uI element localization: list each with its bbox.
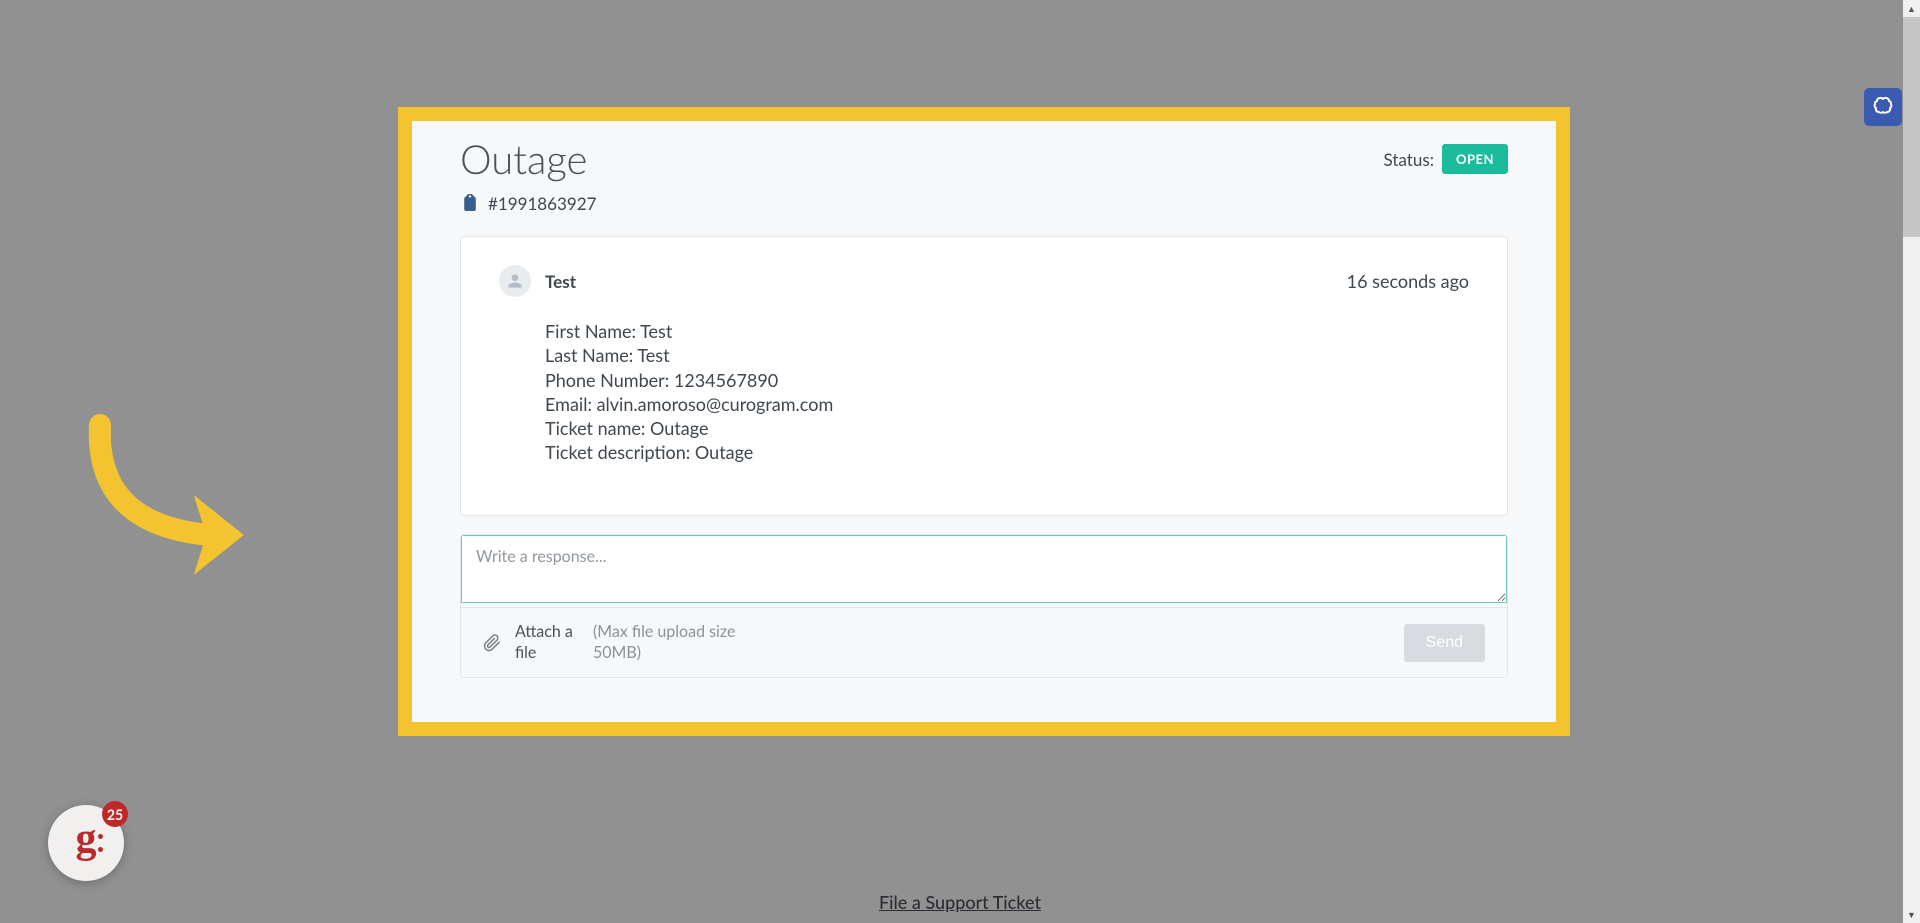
brain-icon (1871, 95, 1895, 119)
avatar (499, 265, 531, 297)
message-timestamp: 16 seconds ago (1347, 270, 1469, 292)
field-ticket-description: Ticket description: Outage (545, 440, 1469, 464)
ticket-header: Outage Status: OPEN #1991863927 (412, 121, 1556, 236)
ticket-id: #1991863927 (488, 193, 596, 214)
attach-file-hint: (Max file upload size 50MB) (593, 622, 743, 664)
field-last-name: Last Name: Test (545, 343, 1469, 367)
widget-badge: 25 (102, 801, 128, 827)
field-email: Email: alvin.amoroso@curogram.com (545, 392, 1469, 416)
arrow-annotation-icon (80, 405, 360, 605)
right-side-tab[interactable] (1864, 88, 1902, 126)
status-badge: OPEN (1442, 144, 1508, 174)
scrollbar[interactable]: ▲ ▼ (1903, 0, 1920, 923)
floating-widget[interactable]: g 25 (48, 805, 124, 881)
scrollbar-thumb[interactable] (1903, 17, 1920, 237)
author-area: Test (499, 265, 576, 297)
send-button[interactable]: Send (1404, 624, 1485, 662)
attach-area[interactable]: Attach a file (Max file upload size 50MB… (483, 622, 743, 664)
response-footer: Attach a file (Max file upload size 50MB… (461, 607, 1507, 678)
status-label: Status: (1383, 149, 1433, 170)
highlight-frame: Outage Status: OPEN #1991863927 (398, 107, 1570, 736)
ticket-panel: Outage Status: OPEN #1991863927 (412, 121, 1556, 722)
attach-file-label: Attach a file (515, 622, 579, 664)
ticket-id-row: #1991863927 (460, 193, 1508, 214)
widget-dots-icon (98, 834, 106, 852)
field-phone: Phone Number: 1234567890 (545, 368, 1469, 392)
message-card: Test 16 seconds ago First Name: Test Las… (460, 236, 1508, 516)
ticket-title-row: Outage Status: OPEN (460, 135, 1508, 183)
ticket-icon (460, 194, 480, 214)
response-card: Attach a file (Max file upload size 50MB… (460, 534, 1508, 679)
scrollbar-down-icon[interactable]: ▼ (1903, 906, 1920, 923)
widget-logo: g (76, 815, 97, 863)
response-input[interactable] (461, 535, 1507, 603)
author-name: Test (545, 271, 576, 292)
paperclip-icon (483, 634, 501, 652)
message-body: First Name: Test Last Name: Test Phone N… (499, 319, 1469, 465)
file-support-ticket-link[interactable]: File a Support Ticket (879, 891, 1041, 913)
field-ticket-name: Ticket name: Outage (545, 416, 1469, 440)
scrollbar-up-icon[interactable]: ▲ (1903, 0, 1920, 17)
field-first-name: First Name: Test (545, 319, 1469, 343)
status-area: Status: OPEN (1383, 144, 1508, 174)
ticket-title: Outage (460, 135, 587, 183)
message-header: Test 16 seconds ago (499, 265, 1469, 297)
